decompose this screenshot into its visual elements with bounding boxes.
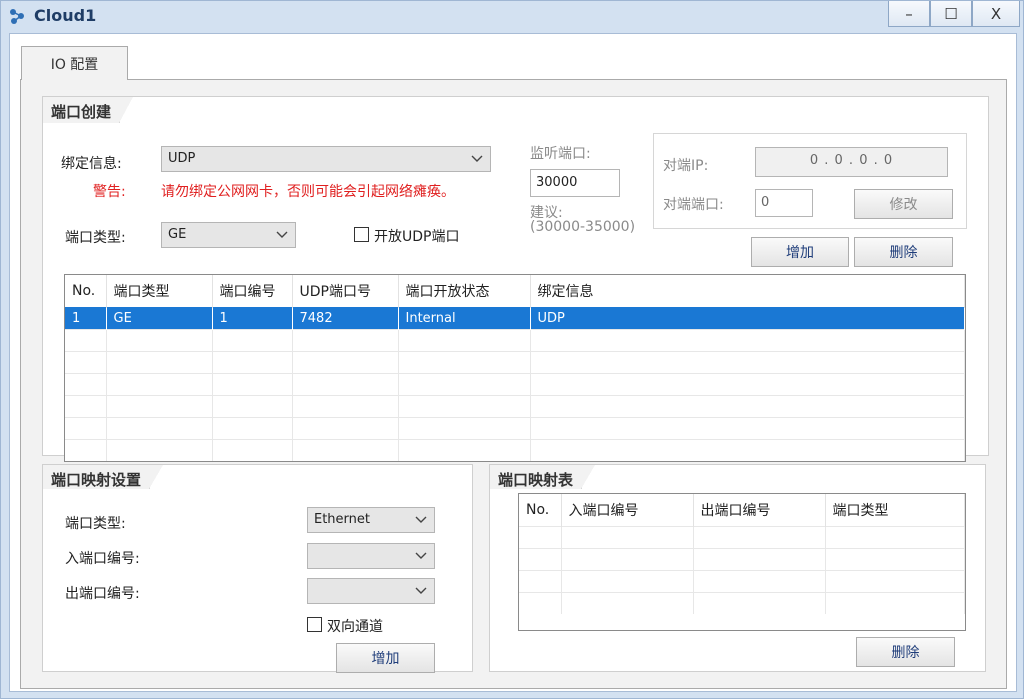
listen-port-input[interactable]: 30000	[530, 169, 620, 197]
peer-port-label: 对端端口:	[663, 197, 724, 213]
title-bar[interactable]: Cloud1 – ☐ X	[1, 1, 1023, 31]
bind-info-label: 绑定信息:	[61, 156, 122, 172]
delete-port-button[interactable]: 删除	[854, 237, 953, 267]
in-port-select[interactable]	[307, 543, 435, 569]
table-row[interactable]	[65, 438, 965, 461]
maximize-icon: ☐	[944, 4, 958, 23]
port-mapping-table-title: 端口映射表	[490, 465, 596, 489]
chevron-down-icon	[415, 587, 427, 594]
table-row[interactable]	[519, 569, 965, 592]
col-no[interactable]: No.	[519, 494, 562, 526]
chevron-down-icon	[415, 516, 427, 523]
port-mapping-table-group: 端口映射表 No. 入端口编号 出端口编号 端口类型 删除	[489, 464, 986, 672]
add-port-button-label: 增加	[786, 245, 814, 261]
cell-port-type: GE	[106, 306, 213, 329]
col-port-type[interactable]: 端口类型	[825, 494, 965, 526]
minimize-button[interactable]: –	[888, 1, 930, 27]
table-row[interactable]	[65, 328, 965, 351]
port-type-label: 端口类型:	[65, 230, 126, 246]
port-create-group: 端口创建 绑定信息: UDP 警告: 请勿绑定公网网卡，否则可能会引起网络瘫痪。…	[42, 96, 989, 462]
suggest-range: (30000-35000)	[530, 219, 636, 235]
col-open-status[interactable]: 端口开放状态	[398, 275, 531, 307]
peer-port-input[interactable]: 0	[755, 189, 813, 217]
mapping-table-header: No. 入端口编号 出端口编号 端口类型	[519, 494, 965, 526]
col-in-port[interactable]: 入端口编号	[561, 494, 694, 526]
delete-mapping-button-label: 删除	[891, 645, 920, 661]
col-no[interactable]: No.	[65, 275, 107, 307]
port-table: No. 端口类型 端口编号 UDP端口号 端口开放状态 绑定信息 1 GE 1 …	[64, 274, 966, 462]
in-port-label: 入端口编号:	[65, 551, 140, 567]
client-area: IO 配置 端口创建 绑定信息: UDP 警告: 请勿绑定公网网卡，否则可能会引…	[9, 33, 1017, 692]
cell-bind-info: UDP	[530, 306, 965, 329]
cell-no: 1	[65, 306, 107, 329]
mapping-table: No. 入端口编号 出端口编号 端口类型	[518, 493, 966, 631]
peer-ip-value: 0 . 0 . 0 . 0	[809, 153, 894, 168]
table-row[interactable]: 1 GE 1 7482 Internal UDP	[65, 306, 965, 329]
open-udp-checkbox[interactable]	[354, 227, 369, 242]
chevron-down-icon	[415, 552, 427, 559]
open-udp-label: 开放UDP端口	[374, 229, 460, 245]
tab-io-config[interactable]: IO 配置	[21, 46, 128, 80]
add-port-button[interactable]: 增加	[751, 237, 849, 267]
bidirectional-label: 双向通道	[327, 619, 383, 635]
delete-mapping-button[interactable]: 删除	[856, 637, 955, 667]
table-row[interactable]	[519, 525, 965, 548]
peer-port-value: 0	[761, 195, 770, 210]
add-mapping-button[interactable]: 增加	[336, 643, 435, 673]
col-out-port[interactable]: 出端口编号	[693, 494, 826, 526]
chevron-down-icon	[276, 231, 288, 238]
table-row[interactable]	[65, 372, 965, 395]
table-row[interactable]	[65, 350, 965, 373]
bind-info-value: UDP	[168, 151, 196, 166]
window-title: Cloud1	[34, 6, 97, 25]
cell-port-number: 1	[212, 306, 293, 329]
listen-port-label: 监听端口:	[530, 146, 591, 162]
warning-text: 请勿绑定公网网卡，否则可能会引起网络瘫痪。	[161, 184, 455, 200]
cell-open-status: Internal	[398, 306, 531, 329]
mapping-port-type-label: 端口类型:	[65, 516, 126, 532]
port-table-header: No. 端口类型 端口编号 UDP端口号 端口开放状态 绑定信息	[65, 275, 965, 307]
table-row[interactable]	[65, 394, 965, 417]
bidirectional-checkbox[interactable]	[307, 617, 322, 632]
close-button[interactable]: X	[972, 1, 1020, 27]
port-mapping-settings-title: 端口映射设置	[43, 465, 164, 489]
modify-button[interactable]: 修改	[854, 189, 953, 219]
chevron-down-icon	[471, 155, 483, 162]
close-icon: X	[990, 4, 1002, 23]
bind-info-select[interactable]: UDP	[161, 146, 491, 172]
tab-label: IO 配置	[50, 56, 99, 73]
col-port-number[interactable]: 端口编号	[212, 275, 293, 307]
mapping-port-type-value: Ethernet	[314, 512, 370, 527]
table-row[interactable]	[65, 416, 965, 439]
mapping-port-type-select[interactable]: Ethernet	[307, 507, 435, 533]
minimize-icon: –	[905, 4, 913, 23]
table-row[interactable]	[519, 591, 965, 614]
delete-port-button-label: 删除	[889, 245, 918, 261]
table-row[interactable]	[519, 547, 965, 570]
port-type-value: GE	[168, 227, 187, 242]
port-type-select[interactable]: GE	[161, 222, 296, 248]
peer-settings-box: 对端IP: 0 . 0 . 0 . 0 对端端口: 0 修改	[653, 133, 967, 229]
col-udp-port[interactable]: UDP端口号	[292, 275, 399, 307]
warning-label: 警告:	[93, 184, 126, 200]
out-port-select[interactable]	[307, 578, 435, 604]
peer-ip-label: 对端IP:	[663, 158, 709, 174]
add-mapping-button-label: 增加	[371, 651, 400, 667]
out-port-label: 出端口编号:	[65, 586, 140, 602]
maximize-button[interactable]: ☐	[930, 1, 972, 27]
port-mapping-settings-group: 端口映射设置 端口类型: Ethernet 入端口编号: 出端口编号: 双向通道	[42, 464, 473, 673]
cell-udp-port: 7482	[292, 306, 399, 329]
cloud-window: Cloud1 – ☐ X IO 配置 端口创建 绑定信息: UDP 警告: 请勿…	[0, 0, 1024, 699]
modify-button-label: 修改	[889, 197, 918, 213]
port-create-title: 端口创建	[43, 97, 134, 123]
col-port-type[interactable]: 端口类型	[106, 275, 213, 307]
tab-panel: 端口创建 绑定信息: UDP 警告: 请勿绑定公网网卡，否则可能会引起网络瘫痪。…	[20, 79, 1007, 689]
listen-port-value: 30000	[536, 175, 578, 190]
cloud-app-icon	[10, 9, 24, 24]
col-bind-info[interactable]: 绑定信息	[530, 275, 965, 307]
peer-ip-input[interactable]: 0 . 0 . 0 . 0	[755, 147, 948, 177]
